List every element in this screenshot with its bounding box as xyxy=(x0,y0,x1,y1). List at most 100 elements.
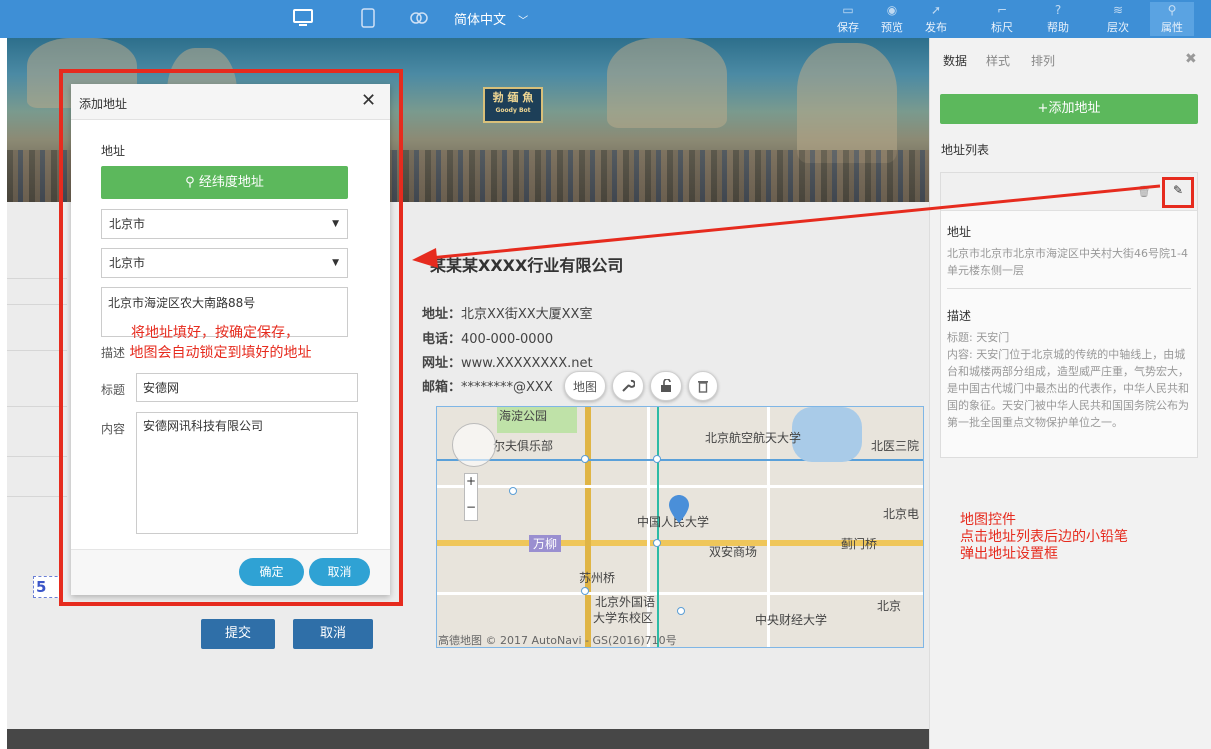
add-address-button[interactable]: +添加地址 xyxy=(940,94,1198,124)
tab-data[interactable]: 数据 xyxy=(943,52,967,69)
map-label: 蓟门桥 xyxy=(841,537,878,551)
map-widget[interactable]: 海淀公园 北京航空航天大学 北医三院 尔夫俱乐部 中国人民大学 北京电 万柳 双… xyxy=(436,406,924,648)
address-list-title: 地址列表 xyxy=(941,143,990,157)
properties-button[interactable]: ⚲ 属性 xyxy=(1150,2,1194,36)
map-label: 苏州桥 xyxy=(579,571,616,585)
card-desc-heading: 描述 xyxy=(947,309,972,323)
map-node xyxy=(509,487,517,495)
web-value: www.XXXXXXXX.net xyxy=(461,356,593,371)
ruler-label: 标尺 xyxy=(991,21,1013,34)
map-label: 中央财经大学 xyxy=(755,613,828,627)
map-road xyxy=(585,407,591,647)
map-label: 海淀公园 xyxy=(499,409,548,423)
tab-style[interactable]: 样式 xyxy=(986,52,1010,69)
map-label: 双安商场 xyxy=(709,545,758,559)
company-web: 网址：www.XXXXXXXX.net xyxy=(422,352,593,371)
layers-button[interactable]: ≋ 层次 xyxy=(1096,2,1140,36)
ruler-button[interactable]: ⌐ 标尺 xyxy=(980,2,1024,36)
link-icon[interactable] xyxy=(404,5,434,31)
ruler-icon: ⌐ xyxy=(996,3,1008,17)
form-cancel-button[interactable]: 取消 xyxy=(293,619,373,649)
wrench-icon[interactable] xyxy=(612,371,645,401)
email-label: 邮箱： xyxy=(422,380,462,395)
publish-label: 发布 xyxy=(925,21,947,34)
map-pan-control[interactable] xyxy=(452,423,496,467)
tab-arrange[interactable]: 排列 xyxy=(1031,52,1055,69)
divider xyxy=(947,288,1191,289)
map-node xyxy=(581,587,589,595)
banner-rock xyxy=(607,38,727,128)
banner-sign-sub: Goody Bot xyxy=(495,107,531,114)
email-value: ********@XXX xyxy=(461,380,553,395)
language-select[interactable]: 简体中文 ﹀ xyxy=(454,9,528,28)
mobile-view-icon[interactable] xyxy=(353,5,383,31)
annotation-arrow xyxy=(412,184,1161,268)
map-node xyxy=(677,607,685,615)
company-phone: 电话：400-000-0000 xyxy=(422,328,553,347)
map-label: 尔夫俱乐部 xyxy=(493,439,554,453)
desktop-view-icon[interactable] xyxy=(288,5,318,31)
map-label: 北京 xyxy=(877,599,902,613)
banner-sign-text: 勃 缅 魚 xyxy=(492,91,534,104)
layers-icon: ≋ xyxy=(1112,3,1124,17)
help-button[interactable]: ? 帮助 xyxy=(1036,2,1080,36)
footer-bar xyxy=(7,729,929,749)
help-icon: ? xyxy=(1054,3,1062,17)
map-label: 北京电 xyxy=(883,507,920,521)
language-label: 简体中文 xyxy=(454,13,507,28)
address-value: 北京XX街XX大厦XX室 xyxy=(461,307,593,322)
map-zoom-control[interactable]: + − xyxy=(464,473,478,521)
send-icon: ➚ xyxy=(930,3,942,17)
annotation-right: 地图控件 点击地址列表后边的小铅笔 弹出地址设置框 xyxy=(960,512,1128,563)
banner-sign: 勃 缅 魚 Goody Bot xyxy=(483,87,543,123)
map-node xyxy=(581,455,589,463)
company-email: 邮箱：********@XXX xyxy=(422,376,553,395)
web-label: 网址： xyxy=(422,356,462,371)
zoom-out-icon[interactable]: − xyxy=(465,500,477,514)
help-label: 帮助 xyxy=(1047,21,1069,34)
properties-label: 属性 xyxy=(1161,21,1183,34)
map-toolbar: 地图 xyxy=(564,371,719,403)
properties-icon: ⚲ xyxy=(1167,3,1177,17)
chevron-down-icon: ﹀ xyxy=(518,16,529,27)
form-line xyxy=(7,496,67,497)
left-strip xyxy=(0,38,7,749)
publish-button[interactable]: ➚ 发布 xyxy=(914,2,958,36)
map-lake xyxy=(792,407,862,462)
highlight-box-dialog xyxy=(59,69,403,606)
trash-icon[interactable] xyxy=(688,371,719,401)
banner-rock xyxy=(797,43,897,163)
map-node xyxy=(653,539,661,547)
map-label: 北京航空航天大学 xyxy=(705,431,802,445)
form-line xyxy=(7,350,67,351)
preview-label: 预览 xyxy=(881,21,903,34)
save-icon: ▭ xyxy=(842,3,854,17)
map-label: 北医三院 xyxy=(871,439,920,453)
preview-button[interactable]: ◉ 预览 xyxy=(870,2,914,36)
zoom-in-icon[interactable]: + xyxy=(465,474,477,488)
save-button[interactable]: ▭ 保存 xyxy=(826,2,870,36)
map-type-button[interactable]: 地图 xyxy=(564,371,607,401)
save-label: 保存 xyxy=(837,21,859,34)
map-label: 万柳 xyxy=(529,535,562,552)
form-line xyxy=(7,278,67,279)
annotation-right-line: 地图控件 xyxy=(960,512,1016,528)
submit-button[interactable]: 提交 xyxy=(201,619,275,649)
annotation-right-line: 点击地址列表后边的小铅笔 xyxy=(960,529,1128,545)
phone-value: 400-000-0000 xyxy=(461,332,554,347)
unlock-icon[interactable] xyxy=(650,371,683,401)
close-icon[interactable]: ✖ xyxy=(1185,51,1197,67)
map-label: 北京外国语 xyxy=(595,595,656,609)
top-toolbar: 简体中文 ﹀ ▭ 保存 ◉ 预览 ➚ 发布 ⌐ 标尺 ? 帮助 ≋ 层次 ⚲ 属性 xyxy=(0,0,1211,38)
form-line xyxy=(7,456,67,457)
address-label: 地址： xyxy=(422,307,462,322)
layers-label: 层次 xyxy=(1107,21,1129,34)
phone-label: 电话： xyxy=(422,332,462,347)
eye-icon: ◉ xyxy=(886,3,898,17)
map-road xyxy=(437,592,923,595)
map-pin-icon xyxy=(669,495,689,523)
form-line xyxy=(7,304,67,305)
card-desc-title: 标题: 天安门 xyxy=(947,331,1010,344)
form-line xyxy=(7,406,67,407)
card-desc-content: 内容: 天安门位于北京城的传统的中轴线上，由城台和城楼两部分组成，造型威严庄重，… xyxy=(947,348,1189,429)
